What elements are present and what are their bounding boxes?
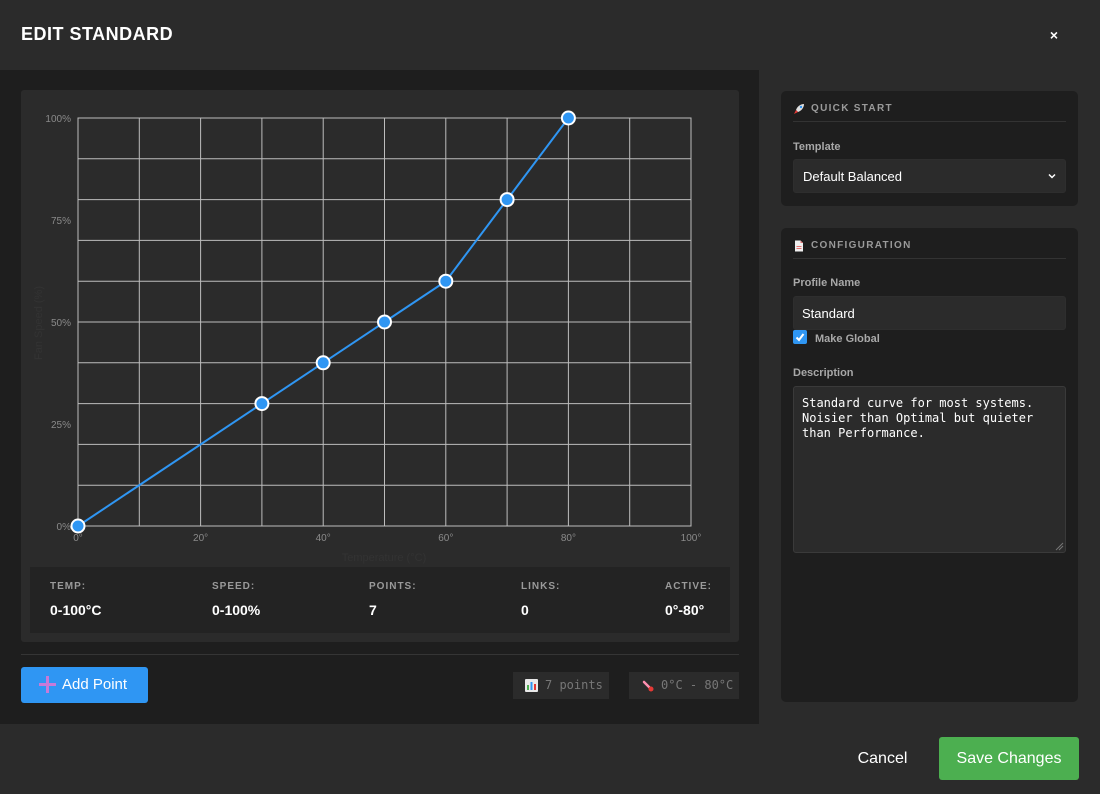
curve-point[interactable] — [70, 518, 86, 534]
bar-chart-icon — [525, 679, 538, 692]
quick-start-panel: QUICK START Template Default Balanced — [781, 91, 1078, 206]
points-chip-text: 7 points — [545, 678, 603, 692]
y-axis-label: Fan Speed (%) — [33, 286, 45, 360]
chevron-down-icon — [1048, 173, 1056, 179]
cancel-button[interactable]: Cancel — [845, 741, 920, 777]
y-tick-label: 25% — [51, 420, 71, 431]
add-point-label: Add Point — [62, 676, 128, 693]
stat-value: 0-100% — [212, 602, 261, 618]
checkmark-icon — [795, 333, 805, 342]
save-changes-button[interactable]: Save Changes — [939, 737, 1079, 780]
y-tick-label: 75% — [51, 216, 71, 227]
stat-label: LINKS: — [521, 581, 561, 592]
dialog-footer: Cancel Save Changes — [0, 724, 1100, 794]
range-chip-text: 0°C - 80°C — [661, 678, 734, 692]
x-axis-label: Temperature (°C) — [342, 552, 426, 564]
description-textarea[interactable] — [793, 386, 1066, 553]
y-tick-label: 50% — [51, 318, 71, 329]
fan-curve-chart-svg[interactable]: Fan Speed (%) Temperature (°C) 100% 75% 50… — [21, 90, 739, 567]
close-button[interactable]: × — [1045, 26, 1063, 44]
stat-label: POINTS: — [369, 581, 417, 592]
curve-stats-bar: TEMP: 0-100°C SPEED: 0-100% POINTS: 7 LI… — [30, 567, 730, 633]
configuration-header: CONFIGURATION — [793, 238, 1066, 259]
configuration-panel: CONFIGURATION Profile Name Make Global D… — [781, 228, 1078, 702]
curve-point[interactable] — [499, 192, 515, 208]
x-tick-label: 20° — [193, 533, 208, 544]
stat-label: SPEED: — [212, 581, 256, 592]
make-global-checkbox[interactable] — [793, 330, 807, 344]
y-tick-label: 100% — [45, 114, 71, 125]
template-select-value: Default Balanced — [803, 169, 903, 184]
x-tick-label: 40° — [316, 533, 331, 544]
points-chip: 7 points — [513, 672, 609, 699]
curve-point[interactable] — [254, 396, 270, 412]
x-tick-label: 60° — [438, 533, 453, 544]
stat-value: 0°-80° — [665, 602, 705, 618]
range-chip: 0°C - 80°C — [629, 672, 739, 699]
make-global-label: Make Global — [815, 333, 880, 345]
stat-value: 0 — [521, 602, 529, 618]
description-label: Description — [793, 367, 854, 379]
toolbar-divider — [21, 654, 739, 655]
y-tick-label: 0% — [57, 522, 72, 533]
curve-point[interactable] — [438, 273, 454, 289]
dialog-title: EDIT STANDARD — [21, 24, 174, 44]
add-point-button[interactable]: Add Point — [21, 667, 148, 703]
resize-grip-icon[interactable] — [1055, 542, 1064, 551]
curve-point[interactable] — [560, 110, 576, 126]
plus-icon — [39, 676, 56, 693]
curve-editor-pane: Fan Speed (%) Temperature (°C) 100% 75% 50… — [0, 70, 759, 724]
quick-start-title: QUICK START — [811, 103, 893, 114]
profile-name-input[interactable] — [793, 296, 1066, 330]
stat-label: ACTIVE: — [665, 581, 712, 592]
rocket-icon — [794, 104, 804, 114]
quick-start-header: QUICK START — [793, 101, 1066, 122]
configuration-title: CONFIGURATION — [811, 240, 912, 251]
stat-value: 7 — [369, 602, 377, 618]
x-tick-label: 80° — [561, 533, 576, 544]
stat-label: TEMP: — [50, 581, 87, 592]
dialog-header: EDIT STANDARD × — [0, 0, 1100, 70]
document-icon — [795, 240, 803, 252]
curve-point[interactable] — [377, 314, 392, 330]
stat-value: 0-100°C — [50, 602, 102, 618]
fan-curve-chart: Fan Speed (%) Temperature (°C) 100% 75% 50… — [21, 90, 739, 642]
template-label: Template — [793, 141, 841, 153]
x-tick-label: 0° — [73, 533, 83, 544]
template-select[interactable]: Default Balanced — [793, 159, 1066, 193]
curve-point[interactable] — [315, 355, 331, 371]
x-tick-label: 100° — [681, 533, 702, 544]
profile-name-label: Profile Name — [793, 277, 861, 289]
thermometer-icon — [642, 680, 654, 692]
